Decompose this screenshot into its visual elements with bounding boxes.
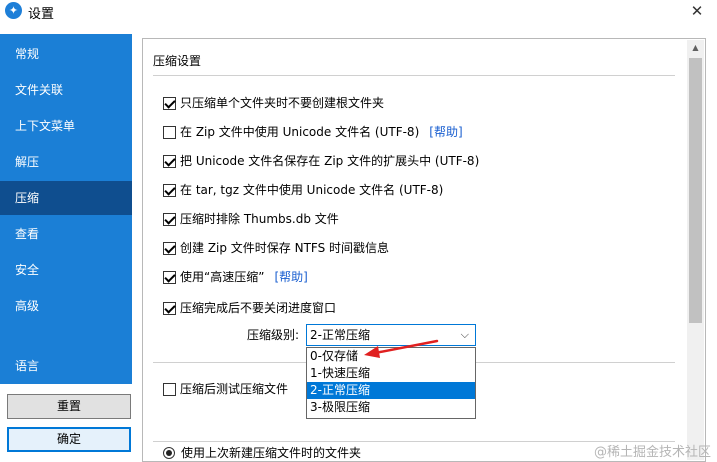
checkbox[interactable]	[163, 212, 176, 226]
checkbox[interactable]	[163, 183, 176, 197]
compression-settings-panel: 压缩设置 只压缩单个文件夹时不要创建根文件夹 在 Zip 文件中使用 Unico…	[142, 38, 706, 462]
option-label: 在 tar, tgz 文件中使用 Unicode 文件名 (UTF-8)	[180, 183, 444, 197]
option-label: 使用“高速压缩”	[180, 270, 265, 284]
option-label: 使用上次新建压缩文件时的文件夹	[181, 446, 362, 460]
sidebar-item-advanced[interactable]: 高级	[0, 289, 132, 323]
option-zip-unicode[interactable]: 在 Zip 文件中使用 Unicode 文件名 (UTF-8) [帮助]	[163, 123, 463, 141]
chevron-down-icon: ⌵	[460, 328, 469, 341]
option-tar-unicode[interactable]: 在 tar, tgz 文件中使用 Unicode 文件名 (UTF-8)	[163, 181, 443, 199]
checkbox[interactable]	[163, 154, 176, 168]
dropdown-option-fast[interactable]: 1-快速压缩	[307, 365, 475, 382]
option-label: 压缩后测试压缩文件	[180, 382, 289, 396]
option-label: 把 Unicode 文件名保存在 Zip 文件的扩展头中 (UTF-8)	[180, 154, 480, 168]
option-ntfs-timestamp[interactable]: 创建 Zip 文件时保存 NTFS 时间戳信息	[163, 239, 389, 257]
sidebar-item-context-menu[interactable]: 上下文菜单	[0, 109, 132, 143]
option-no-root-folder[interactable]: 只压缩单个文件夹时不要创建根文件夹	[163, 94, 384, 112]
divider	[153, 75, 675, 76]
option-fast-compress[interactable]: 使用“高速压缩” [帮助]	[163, 268, 308, 286]
option-label: 压缩时排除 Thumbs.db 文件	[180, 212, 339, 226]
sidebar-item-language[interactable]: 语言	[0, 349, 132, 383]
settings-sidebar: 常规 文件关联 上下文菜单 解压 压缩 查看 安全 高级 语言	[0, 34, 132, 384]
checkbox[interactable]	[163, 125, 176, 139]
option-label: 在 Zip 文件中使用 Unicode 文件名 (UTF-8)	[180, 125, 420, 139]
watermark: @稀土掘金技术社区	[593, 445, 711, 460]
vertical-scrollbar[interactable]: ▲	[687, 40, 704, 460]
checkbox[interactable]	[163, 241, 176, 255]
sidebar-item-extract[interactable]: 解压	[0, 145, 132, 179]
option-label: 压缩完成后不要关闭进度窗口	[180, 301, 337, 315]
option-last-folder[interactable]: 使用上次新建压缩文件时的文件夹	[181, 444, 361, 462]
help-link[interactable]: [帮助]	[429, 123, 462, 141]
title-bar: ✦ 设置 ✕	[0, 0, 717, 22]
option-exclude-thumbs[interactable]: 压缩时排除 Thumbs.db 文件	[163, 210, 339, 228]
dropdown-option-ultra[interactable]: 3-极限压缩	[307, 399, 475, 416]
dropdown-option-store[interactable]: 0-仅存储	[307, 348, 475, 365]
compression-level-dropdown: 0-仅存储 1-快速压缩 2-正常压缩 3-极限压缩	[306, 347, 476, 419]
app-logo-icon: ✦	[5, 2, 22, 19]
sidebar-item-view[interactable]: 查看	[0, 217, 132, 251]
option-keep-progress-window[interactable]: 压缩完成后不要关闭进度窗口	[163, 299, 336, 317]
compression-level-select[interactable]: 2-正常压缩 ⌵	[306, 324, 476, 346]
scroll-up-arrow-icon[interactable]: ▲	[687, 40, 704, 56]
scroll-thumb[interactable]	[689, 58, 702, 323]
close-icon[interactable]: ✕	[687, 1, 707, 21]
compression-level-label: 压缩级别:	[247, 328, 300, 342]
option-unicode-extra-header[interactable]: 把 Unicode 文件名保存在 Zip 文件的扩展头中 (UTF-8)	[163, 152, 479, 170]
checkbox[interactable]	[163, 96, 176, 110]
dropdown-option-normal[interactable]: 2-正常压缩	[307, 382, 475, 399]
sidebar-item-security[interactable]: 安全	[0, 253, 132, 287]
checkbox[interactable]	[163, 382, 176, 396]
window-title: 设置	[28, 7, 55, 22]
checkbox[interactable]	[163, 301, 176, 315]
ok-button[interactable]: 确定	[7, 427, 131, 452]
select-value: 2-正常压缩	[310, 328, 370, 342]
radio-last-folder[interactable]	[163, 447, 175, 459]
sidebar-item-compress[interactable]: 压缩	[0, 181, 132, 215]
sidebar-item-file-association[interactable]: 文件关联	[0, 73, 132, 107]
option-label: 只压缩单个文件夹时不要创建根文件夹	[180, 96, 385, 110]
option-test-after-compress[interactable]: 压缩后测试压缩文件	[163, 380, 288, 398]
reset-button[interactable]: 重置	[7, 394, 131, 419]
section-title: 压缩设置	[153, 54, 202, 68]
checkbox[interactable]	[163, 270, 176, 284]
option-label: 创建 Zip 文件时保存 NTFS 时间戳信息	[180, 241, 390, 255]
sidebar-item-general[interactable]: 常规	[0, 37, 132, 71]
help-link[interactable]: [帮助]	[274, 268, 307, 286]
